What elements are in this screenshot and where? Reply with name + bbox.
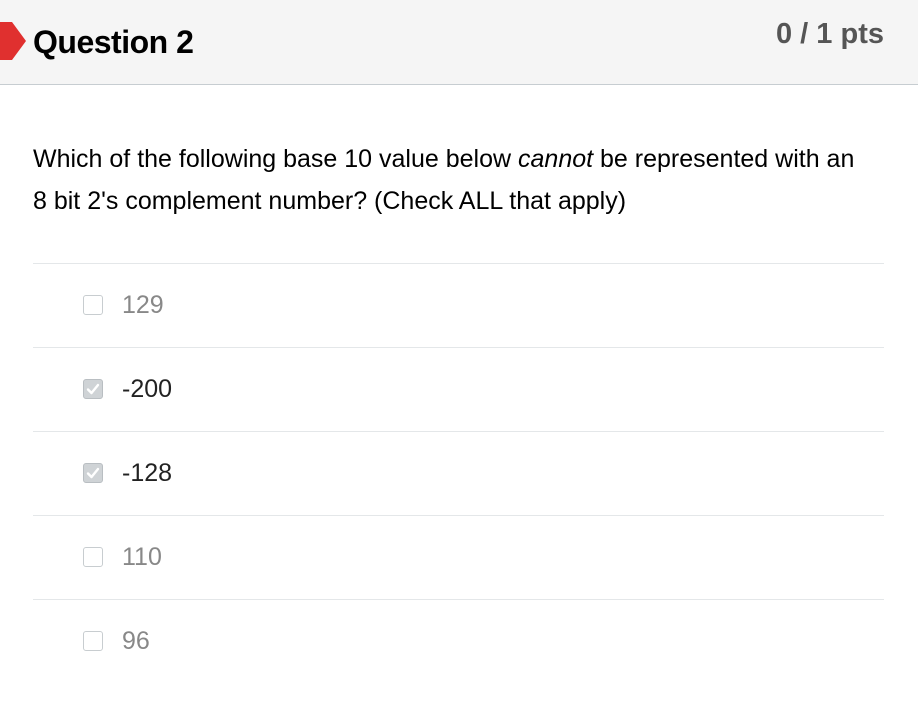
answer-option[interactable]: -128 — [33, 431, 884, 515]
answer-option[interactable]: 129 — [33, 263, 884, 347]
question-header: Question 2 0 / 1 pts — [0, 0, 918, 85]
answer-checkbox[interactable] — [83, 547, 103, 567]
question-text-emphasis: cannot — [518, 145, 594, 173]
question-text-part-1: Which of the following base 10 value bel… — [33, 145, 519, 173]
question-text: Which of the following base 10 value bel… — [33, 138, 873, 222]
answer-label: -200 — [122, 375, 173, 403]
checkmark-icon — [86, 383, 100, 395]
answer-label: 129 — [122, 291, 164, 319]
answer-label: -128 — [122, 459, 173, 487]
answer-checkbox[interactable] — [83, 379, 103, 399]
question-title: Question 2 — [33, 24, 194, 60]
answer-option[interactable]: 110 — [33, 515, 884, 599]
answer-option[interactable]: -200 — [33, 347, 884, 431]
answer-label: 110 — [122, 543, 162, 571]
answer-list: 129 -200 -128 110 96 — [33, 263, 884, 683]
points-score: 0 / 1 pts — [776, 18, 884, 50]
answer-checkbox[interactable] — [83, 463, 103, 483]
answer-option[interactable]: 96 — [33, 599, 884, 683]
answer-label: 96 — [122, 627, 150, 655]
answer-checkbox[interactable] — [83, 295, 103, 315]
incorrect-marker-icon — [0, 22, 26, 60]
checkmark-icon — [86, 467, 100, 479]
answer-checkbox[interactable] — [83, 631, 103, 651]
